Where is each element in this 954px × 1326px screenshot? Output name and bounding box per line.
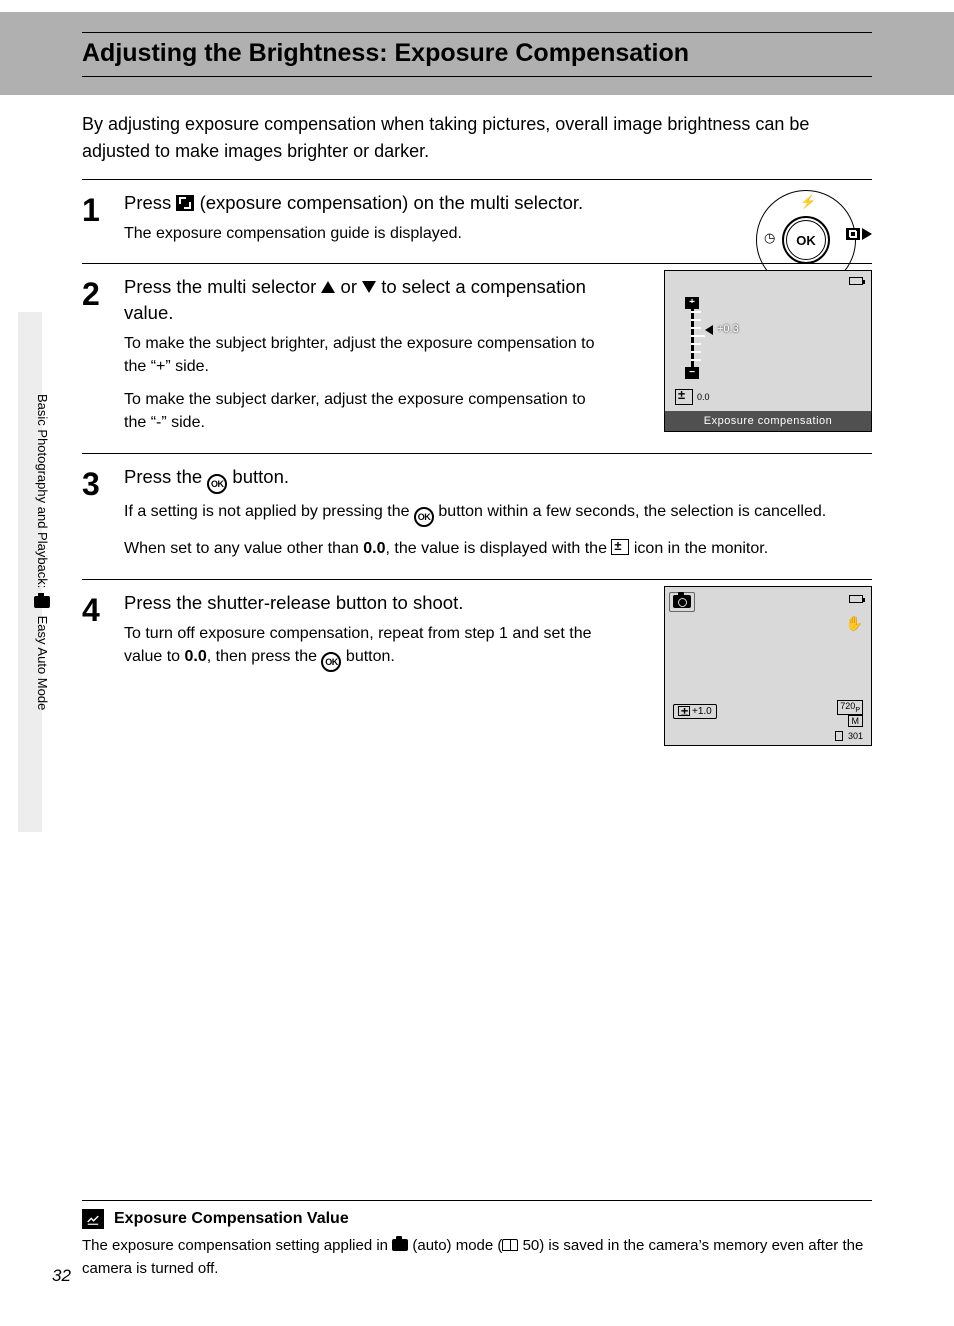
page-header: Adjusting the Brightness: Exposure Compe… xyxy=(0,12,954,95)
step-4: 4 Press the shutter-release button to sh… xyxy=(82,579,872,759)
note-title: Exposure Compensation Value xyxy=(114,1210,349,1228)
step-1: 1 Press (exposure compensation) on the m… xyxy=(82,179,872,263)
note-icon xyxy=(82,1209,104,1229)
arrow-right-icon xyxy=(862,228,872,240)
footer-note: Exposure Compensation Value The exposure… xyxy=(82,1200,872,1280)
page-title: Adjusting the Brightness: Exposure Compe… xyxy=(82,32,872,77)
step-title: Press the multi selector or to select a … xyxy=(124,274,604,326)
exposure-compensation-icon xyxy=(675,389,693,405)
minus-icon: − xyxy=(685,367,699,379)
battery-icon xyxy=(849,277,863,285)
chapter-tab-label: Basic Photography and Playback: Easy Aut… xyxy=(34,394,50,710)
step-title: Press (exposure compensation) on the mul… xyxy=(124,190,604,216)
camera-icon xyxy=(673,595,691,608)
down-arrow-icon xyxy=(362,281,376,293)
up-arrow-icon xyxy=(321,281,335,293)
exposure-scale: + +0.3 − xyxy=(677,303,717,373)
step-3: 3 Press the OK button. If a setting is n… xyxy=(82,453,872,579)
vr-icon: ✋ xyxy=(846,615,863,632)
ok-button-icon: OK xyxy=(207,474,227,494)
ev-indicator: +1.0 xyxy=(673,704,717,719)
step-number: 1 xyxy=(82,190,124,245)
remaining-count: 301 xyxy=(848,731,863,741)
movie-res-indicator: 720P xyxy=(837,700,863,715)
exposure-bottom-value: 0.0 xyxy=(697,392,710,402)
step-title: Press the shutter-release button to shoo… xyxy=(124,590,604,616)
step-title: Press the OK button. xyxy=(124,464,872,494)
lcd-shooting-screen: ✋ +1.0 720P M 301 xyxy=(664,586,872,746)
page-ref-icon xyxy=(502,1239,518,1251)
step-description: To make the subject brighter, adjust the… xyxy=(124,332,604,378)
step-description: To make the subject darker, adjust the e… xyxy=(124,388,604,434)
note-body: The exposure compensation setting applie… xyxy=(82,1235,872,1280)
camera-icon xyxy=(392,1239,408,1251)
exposure-compensation-icon xyxy=(611,539,629,555)
scale-marker-icon xyxy=(705,325,713,335)
exposure-compensation-icon xyxy=(846,228,860,240)
step-description: To turn off exposure compensation, repea… xyxy=(124,622,604,673)
steps-list: 1 Press (exposure compensation) on the m… xyxy=(82,179,872,759)
image-size-indicator: M xyxy=(848,715,864,727)
ok-button-icon: OK xyxy=(414,507,434,527)
self-timer-icon: ◷ xyxy=(764,230,775,246)
ok-button-icon: OK xyxy=(782,216,830,264)
step-description: If a setting is not applied by pressing … xyxy=(124,500,872,528)
step-description: The exposure compensation guide is displ… xyxy=(124,222,604,245)
exposure-compensation-icon xyxy=(678,706,690,716)
step-number: 4 xyxy=(82,590,124,673)
flash-icon: ⚡ xyxy=(800,194,816,210)
lcd-exposure-screen: + +0.3 − 0.0 Exposur xyxy=(664,270,872,432)
camera-icon xyxy=(34,596,50,608)
intro-text: By adjusting exposure compensation when … xyxy=(82,111,872,165)
battery-icon xyxy=(849,595,863,603)
step-description: When set to any value other than 0.0, th… xyxy=(124,537,872,560)
step-2: 2 Press the multi selector or to select … xyxy=(82,263,872,453)
ok-button-icon: OK xyxy=(321,652,341,672)
memory-card-icon xyxy=(835,731,843,741)
page-number: 32 xyxy=(52,1266,71,1286)
step-number: 2 xyxy=(82,274,124,435)
exposure-value: +0.3 xyxy=(717,323,739,335)
exposure-compensation-icon xyxy=(176,195,194,211)
lcd-caption: Exposure compensation xyxy=(665,411,871,431)
step-number: 3 xyxy=(82,464,124,561)
